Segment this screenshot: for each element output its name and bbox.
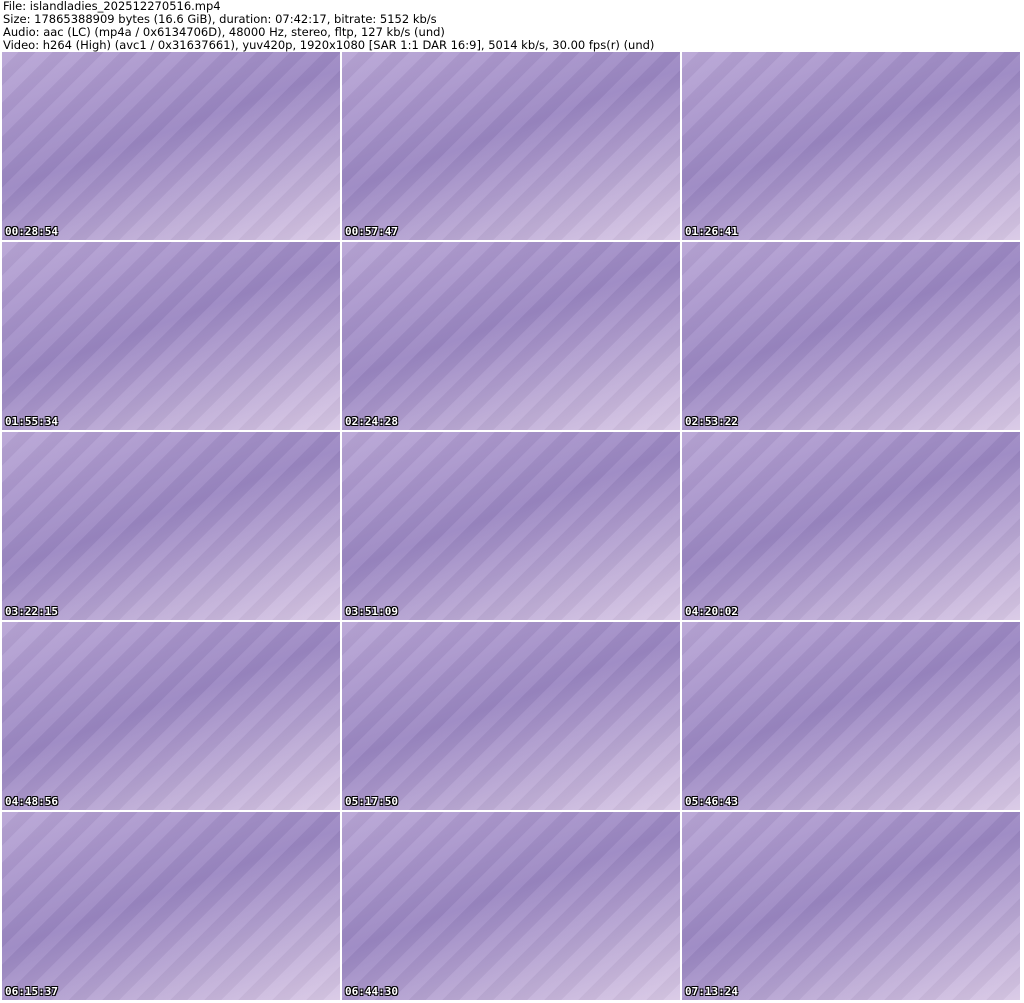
- thumbnail-timestamp: 05:46:43: [685, 795, 738, 808]
- thumbnail-timestamp: 02:24:28: [345, 415, 398, 428]
- video-info: Video: h264 (High) (avc1 / 0x31637661), …: [3, 38, 655, 52]
- thumbnail-timestamp: 01:26:41: [685, 225, 738, 238]
- thumbnail-timestamp: 00:28:54: [5, 225, 58, 238]
- thumbnail-grid: 00:28:54 00:57:47 01:26:41 01:55:34 02:24:28…: [2, 52, 1020, 1000]
- thumbnail-timestamp: 04:20:02: [685, 605, 738, 618]
- thumbnail-timestamp: 06:44:30: [345, 985, 398, 998]
- video-thumbnail: 07:13:24: [682, 812, 1020, 1000]
- thumbnail-timestamp: 07:13:24: [685, 985, 738, 998]
- video-thumbnail: 05:46:43: [682, 622, 1020, 810]
- video-thumbnail: 03:22:15: [2, 432, 340, 620]
- video-thumbnail: 04:48:56: [2, 622, 340, 810]
- video-thumbnail: 02:24:28: [342, 242, 680, 430]
- video-thumbnail: 01:55:34: [2, 242, 340, 430]
- file-info-header: File: islandladies_202512270516.mp4 Size…: [3, 0, 654, 52]
- thumbnail-timestamp: 03:51:09: [345, 605, 398, 618]
- video-thumbnail: 05:17:50: [342, 622, 680, 810]
- thumbnail-timestamp: 05:17:50: [345, 795, 398, 808]
- thumbnail-timestamp: 03:22:15: [5, 605, 58, 618]
- video-thumbnail: 02:53:22: [682, 242, 1020, 430]
- thumbnail-timestamp: 04:48:56: [5, 795, 58, 808]
- video-thumbnail: 00:57:47: [342, 52, 680, 240]
- video-thumbnail: 06:44:30: [342, 812, 680, 1000]
- video-thumbnail: 03:51:09: [342, 432, 680, 620]
- video-thumbnail: 06:15:37: [2, 812, 340, 1000]
- video-thumbnail: 04:20:02: [682, 432, 1020, 620]
- thumbnail-timestamp: 01:55:34: [5, 415, 58, 428]
- thumbnail-timestamp: 00:57:47: [345, 225, 398, 238]
- video-thumbnail: 00:28:54: [2, 52, 340, 240]
- thumbnail-timestamp: 02:53:22: [685, 415, 738, 428]
- video-thumbnail: 01:26:41: [682, 52, 1020, 240]
- thumbnail-timestamp: 06:15:37: [5, 985, 58, 998]
